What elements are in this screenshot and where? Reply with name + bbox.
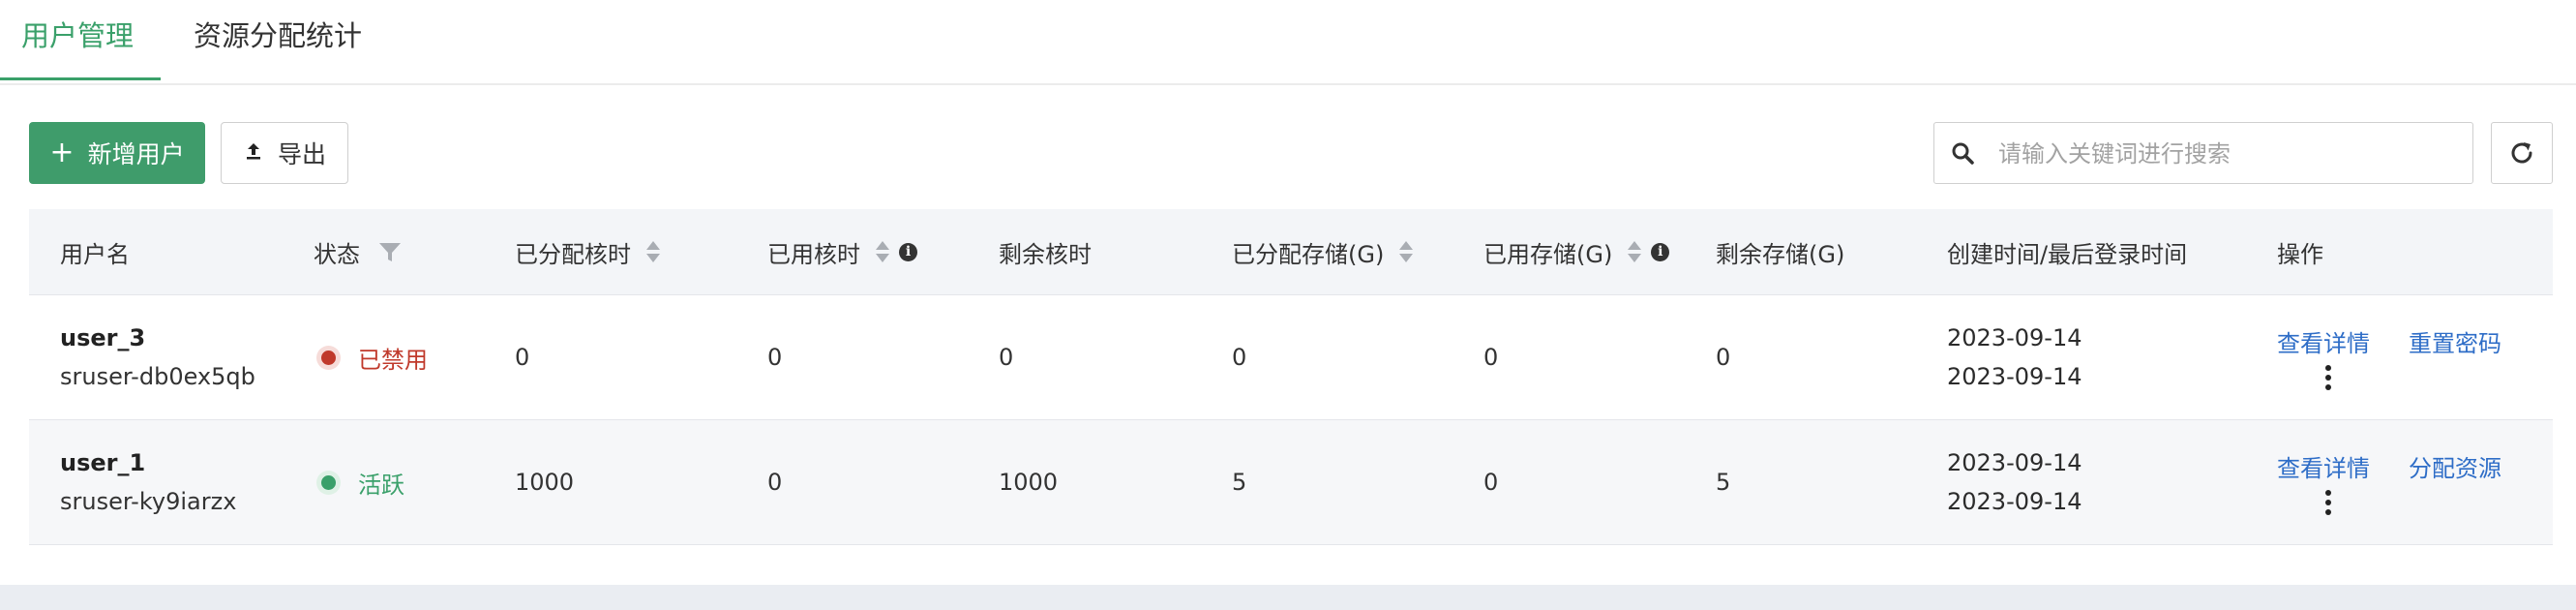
view-details-link[interactable]: 查看详情 — [2277, 449, 2370, 483]
created-time: 2023-09-14 — [1947, 449, 2082, 476]
column-allocated-core-hours-label: 已分配核时 — [515, 240, 631, 268]
status-cell: 活跃 — [321, 420, 404, 544]
table-row: user_1 sruser-ky9iarzx 活跃 1000 0 1000 5 … — [29, 420, 2553, 545]
search-input[interactable] — [1996, 123, 2465, 185]
info-icon[interactable]: i — [899, 242, 917, 261]
status-badge: 活跃 — [358, 471, 404, 499]
add-user-label: 新增用户 — [87, 140, 185, 168]
allocated-core-hours-cell: 1000 — [515, 469, 575, 496]
info-icon[interactable]: i — [1651, 242, 1670, 261]
remaining-storage-cell: 0 — [1716, 344, 1731, 371]
username: user_1 — [60, 449, 146, 476]
more-options-icon[interactable] — [2323, 365, 2333, 390]
column-used-core-hours-label: 已用核时 — [767, 240, 860, 268]
more-options-icon[interactable] — [2323, 490, 2333, 515]
footer-strip — [0, 585, 2576, 610]
status-dot-icon — [321, 474, 336, 490]
table-row: user_3 sruser-db0ex5qb 已禁用 0 0 0 0 0 0 2… — [29, 295, 2553, 420]
sort-icon[interactable] — [1626, 239, 1643, 264]
account-id: sruser-db0ex5qb — [60, 363, 255, 390]
export-label: 导出 — [277, 140, 326, 168]
used-storage-cell: 0 — [1483, 469, 1499, 496]
remaining-core-hours-cell: 0 — [999, 344, 1014, 371]
filter-icon[interactable] — [377, 239, 403, 264]
plus-icon: + — [49, 136, 75, 169]
column-used-core-hours: 已用核时 i — [767, 209, 917, 294]
tab-resource-statistics[interactable]: 资源分配统计 — [194, 14, 362, 83]
sort-icon[interactable] — [644, 239, 662, 264]
sort-icon[interactable] — [1397, 239, 1415, 264]
tab-bar: 用户管理 资源分配统计 — [0, 0, 2576, 85]
user-table: 用户名 状态 已分配核时 已用核时 i 剩余核时 已分配存储(G) 已用存储(G… — [29, 209, 2553, 545]
used-storage-cell: 0 — [1483, 344, 1499, 371]
column-used-storage-label: 已用存储(G) — [1483, 240, 1613, 268]
column-actions: 操作 — [2277, 240, 2323, 268]
user-cell: user_1 sruser-ky9iarzx — [60, 443, 236, 521]
last-login-time: 2023-09-14 — [1947, 488, 2082, 515]
column-time: 创建时间/最后登录时间 — [1947, 240, 2188, 268]
refresh-icon — [2511, 142, 2532, 164]
table-header: 用户名 状态 已分配核时 已用核时 i 剩余核时 已分配存储(G) 已用存储(G… — [29, 209, 2553, 295]
reset-password-link[interactable]: 重置密码 — [2409, 324, 2501, 358]
status-dot-icon — [321, 350, 336, 365]
allocated-core-hours-cell: 0 — [515, 344, 530, 371]
time-cell: 2023-09-14 2023-09-14 — [1947, 319, 2082, 396]
view-details-link[interactable]: 查看详情 — [2277, 324, 2370, 358]
tab-user-management[interactable]: 用户管理 — [0, 14, 161, 80]
column-allocated-core-hours: 已分配核时 — [515, 209, 662, 294]
column-username: 用户名 — [60, 240, 130, 268]
created-time: 2023-09-14 — [1947, 324, 2082, 351]
column-status: 状态 — [314, 209, 403, 294]
allocated-storage-cell: 0 — [1232, 344, 1247, 371]
column-status-label: 状态 — [314, 240, 360, 268]
column-allocated-storage-label: 已分配存储(G) — [1232, 240, 1385, 268]
account-id: sruser-ky9iarzx — [60, 488, 237, 515]
last-login-time: 2023-09-14 — [1947, 363, 2082, 390]
remaining-core-hours-cell: 1000 — [999, 469, 1059, 496]
used-core-hours-cell: 0 — [767, 344, 783, 371]
sort-icon[interactable] — [874, 239, 891, 264]
column-allocated-storage: 已分配存储(G) — [1232, 209, 1415, 294]
column-remaining-core-hours: 剩余核时 — [999, 240, 1092, 268]
upload-icon — [243, 138, 264, 168]
used-core-hours-cell: 0 — [767, 469, 783, 496]
refresh-button[interactable] — [2491, 122, 2553, 184]
allocate-resources-link[interactable]: 分配资源 — [2409, 449, 2501, 483]
username: user_3 — [60, 324, 146, 351]
add-user-button[interactable]: + 新增用户 — [29, 122, 205, 184]
search-icon — [1952, 142, 1974, 165]
status-badge: 已禁用 — [358, 346, 428, 374]
column-used-storage: 已用存储(G) i — [1483, 209, 1670, 294]
remaining-storage-cell: 5 — [1716, 469, 1731, 496]
time-cell: 2023-09-14 2023-09-14 — [1947, 443, 2082, 521]
status-cell: 已禁用 — [321, 295, 428, 419]
export-button[interactable]: 导出 — [221, 122, 348, 184]
allocated-storage-cell: 5 — [1232, 469, 1247, 496]
user-cell: user_3 sruser-db0ex5qb — [60, 319, 255, 396]
column-remaining-storage: 剩余存储(G) — [1716, 240, 1845, 268]
search-box — [1933, 122, 2473, 185]
